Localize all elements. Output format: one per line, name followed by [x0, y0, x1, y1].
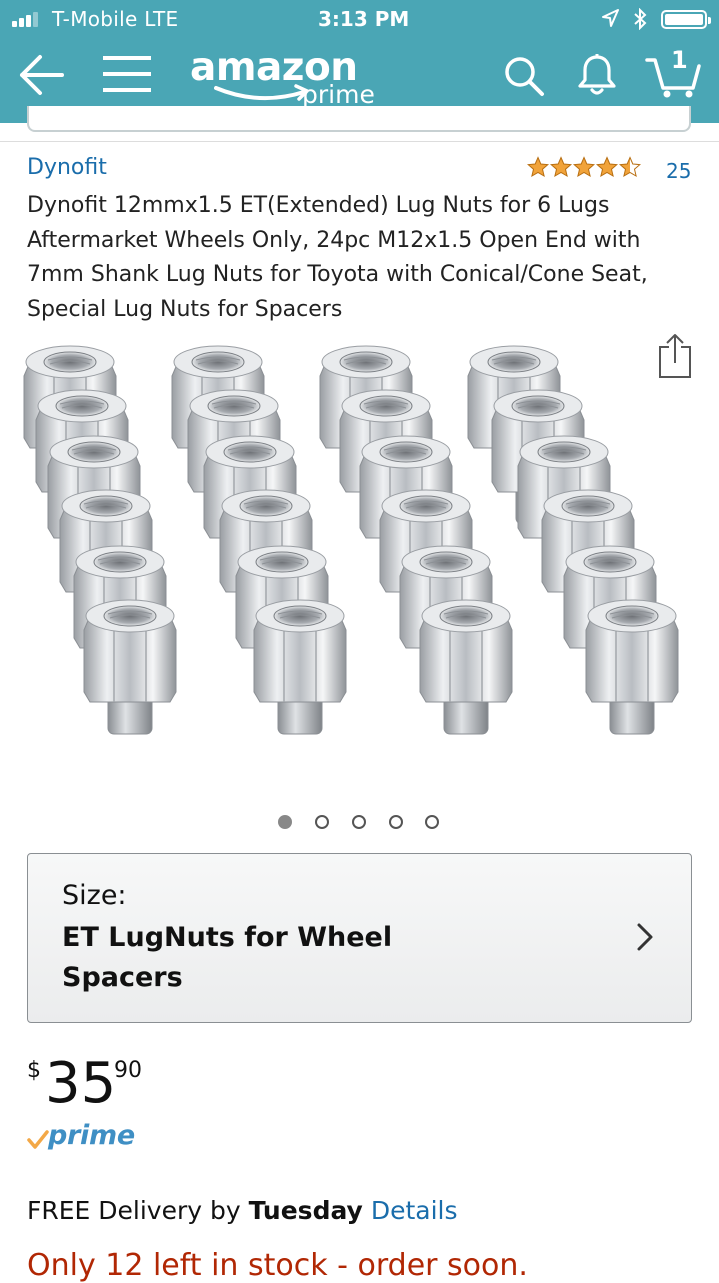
carousel-dot[interactable] [389, 815, 403, 829]
delivery-prefix: FREE Delivery by [27, 1196, 249, 1225]
carousel-dot[interactable] [352, 815, 366, 829]
cart-count: 1 [671, 46, 688, 74]
star-icon [550, 157, 572, 177]
signal-strength-icon [12, 12, 38, 27]
cart-button[interactable]: 1 [645, 46, 705, 98]
clock: 3:13 PM [318, 7, 410, 31]
carousel-dot[interactable] [425, 815, 439, 829]
delivery-info: FREE Delivery by Tuesday Details [27, 1196, 457, 1225]
app-header: T-Mobile LTE 3:13 PM amazon prime 1 [0, 0, 719, 123]
review-count-link[interactable]: 25 [666, 159, 691, 183]
product-image[interactable] [20, 340, 700, 780]
delivery-day: Tuesday [248, 1196, 363, 1225]
price-currency: $ [27, 1058, 41, 1083]
star-half-icon [619, 157, 641, 177]
price-whole: 35 [45, 1051, 117, 1116]
brand-link[interactable]: Dynofit [27, 155, 107, 180]
star-icon [596, 157, 618, 177]
carousel-dot-active[interactable] [278, 815, 292, 829]
amazon-prime-logo[interactable]: amazon prime [190, 46, 390, 112]
location-arrow-icon [602, 9, 619, 27]
menu-icon[interactable] [103, 54, 151, 94]
bluetooth-icon [633, 7, 647, 35]
star-icon [527, 157, 549, 177]
prime-label: prime [48, 1120, 135, 1151]
divider [0, 141, 719, 142]
price-fraction: 90 [114, 1058, 142, 1083]
battery-icon [661, 10, 711, 29]
carrier-label: T-Mobile LTE [52, 7, 179, 31]
size-value: ET LugNuts for Wheel Spacers [62, 922, 393, 993]
stock-warning: Only 12 left in stock - order soon. [27, 1248, 528, 1283]
search-icon[interactable] [503, 55, 545, 97]
carousel-dot[interactable] [315, 815, 329, 829]
smile-arrow-icon [214, 84, 309, 101]
rating-stars[interactable] [527, 156, 641, 180]
size-label: Size: [62, 880, 127, 911]
product-title: Dynofit 12mmx1.5 ET(Extended) Lug Nuts f… [27, 193, 648, 322]
delivery-details-link[interactable]: Details [371, 1196, 458, 1225]
size-selector[interactable]: Size: ET LugNuts for Wheel Spacers [27, 853, 692, 1023]
status-bar: T-Mobile LTE 3:13 PM [0, 0, 719, 40]
notifications-bell-icon[interactable] [576, 53, 618, 97]
back-arrow-icon[interactable] [18, 54, 64, 96]
search-bar[interactable] [27, 106, 691, 132]
star-icon [573, 157, 595, 177]
chevron-right-icon [637, 923, 653, 951]
prime-check-icon [27, 1130, 49, 1149]
